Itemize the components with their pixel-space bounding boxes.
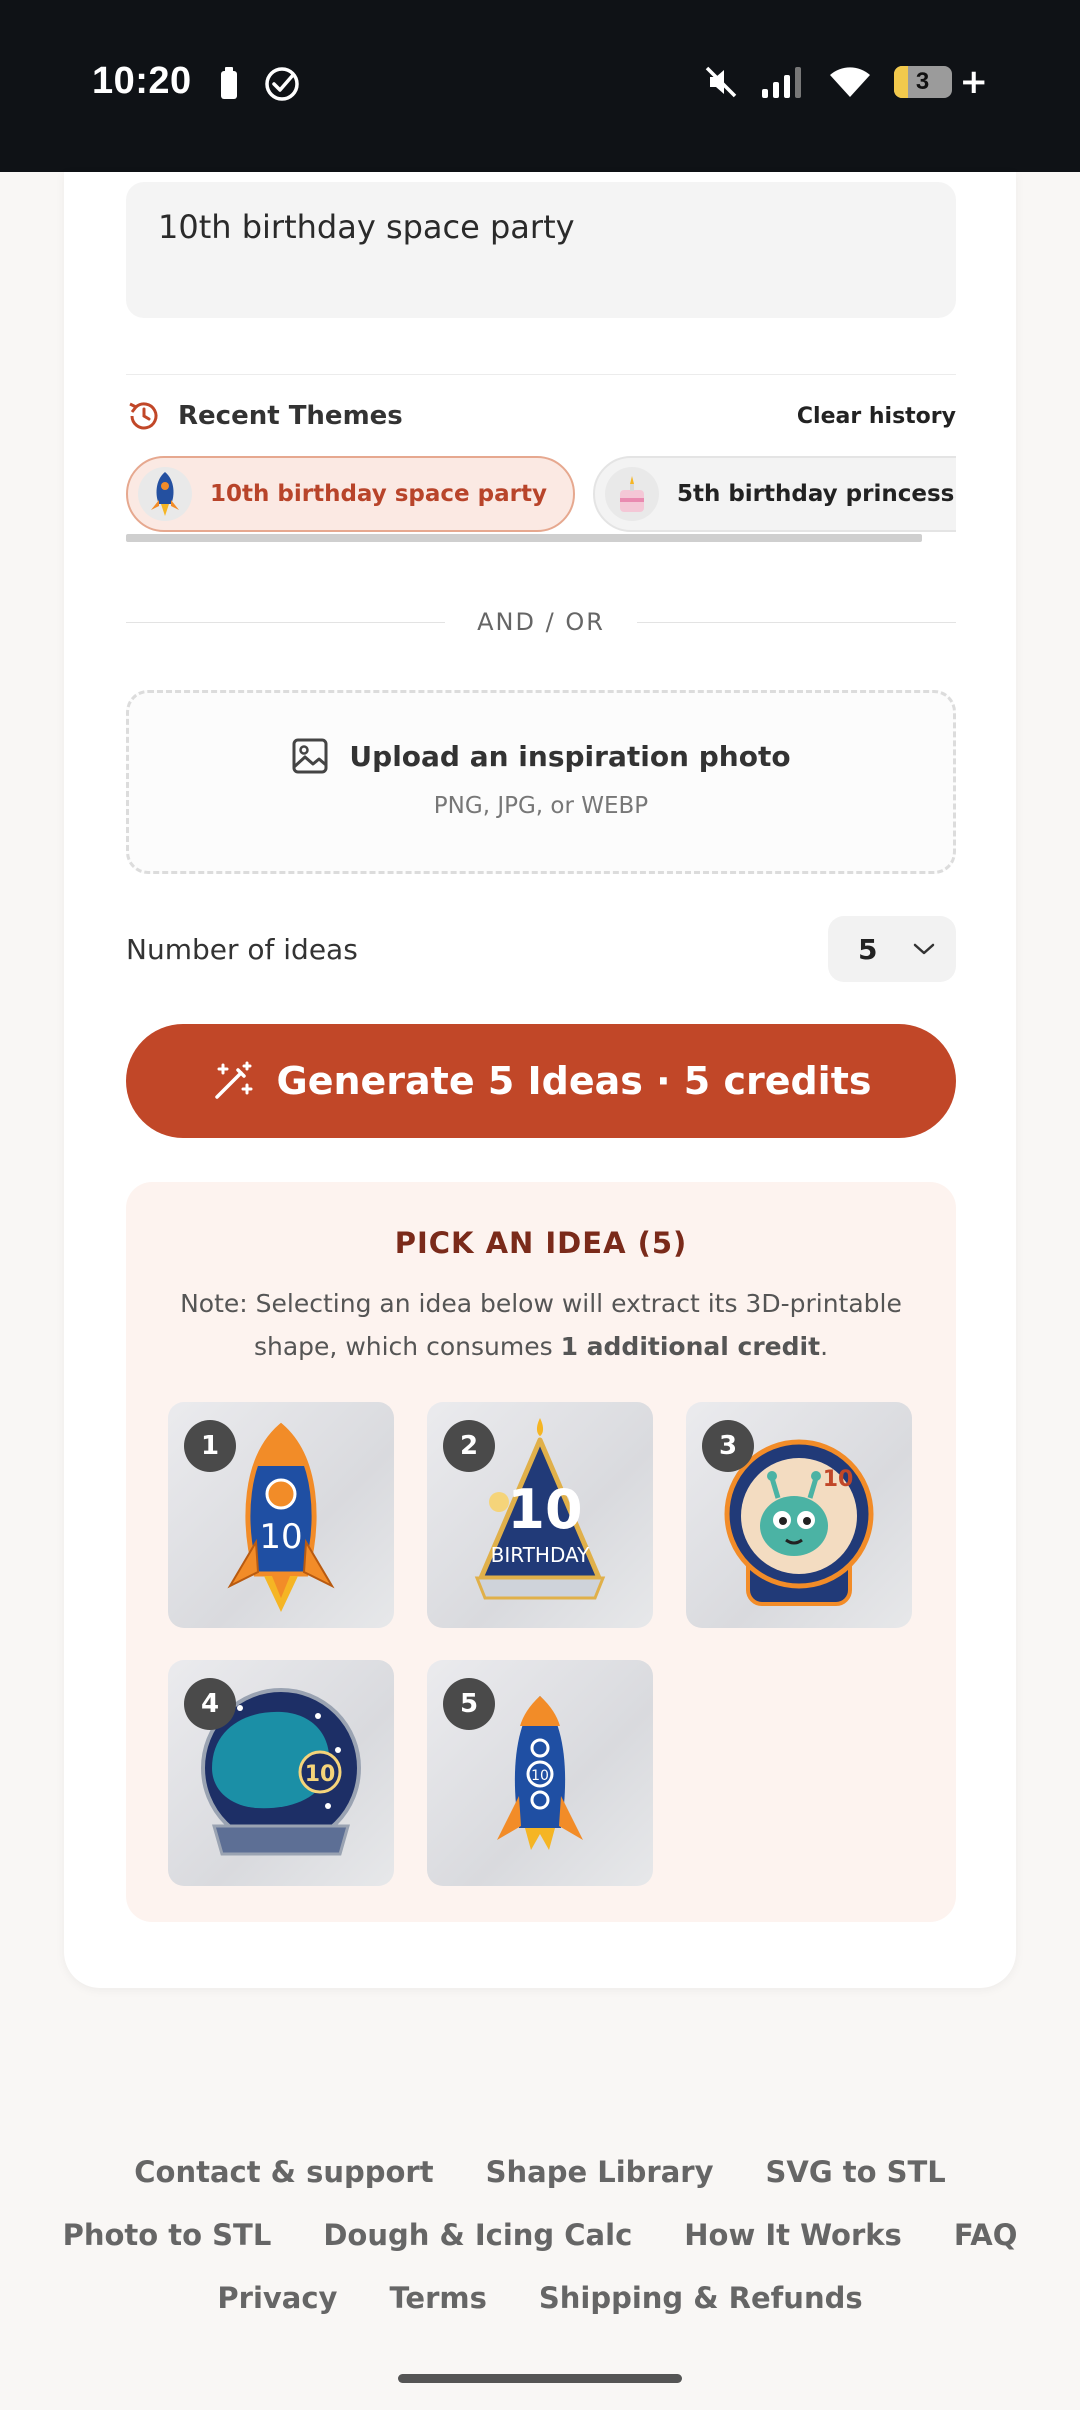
- recent-themes-title: Recent Themes: [178, 401, 403, 431]
- footer-link-contact[interactable]: Contact & support: [134, 2155, 433, 2189]
- divider: [126, 374, 956, 375]
- status-bar: 10:20 3 +: [0, 0, 1080, 172]
- footer-link-svg-to-stl[interactable]: SVG to STL: [765, 2155, 945, 2189]
- signal-icon: [761, 67, 801, 98]
- footer-link-shape-library[interactable]: Shape Library: [486, 2155, 714, 2189]
- idea-card-2[interactable]: 2 10 BIRTHDAY: [427, 1402, 653, 1628]
- recent-themes-list: 10th birthday space party 5th birthday p…: [126, 456, 956, 546]
- idea-number: 4: [184, 1678, 236, 1730]
- upload-title: Upload an inspiration photo: [349, 739, 791, 773]
- pick-idea-panel: PICK AN IDEA (5) Note: Selecting an idea…: [126, 1182, 956, 1922]
- image-icon: [292, 738, 328, 774]
- svg-text:10: 10: [507, 1478, 582, 1541]
- history-icon: [129, 402, 158, 430]
- magic-wand-icon: [214, 1061, 252, 1099]
- footer-link-shipping[interactable]: Shipping & Refunds: [539, 2281, 863, 2315]
- generate-ideas-label: Generate 5 Ideas · 5 credits: [276, 1059, 872, 1103]
- number-of-ideas-select[interactable]: 5: [828, 916, 956, 982]
- chevron-down-icon: [913, 943, 935, 955]
- idea-number: 3: [702, 1420, 754, 1472]
- idea-card-4[interactable]: 4 10: [168, 1660, 394, 1886]
- battery-icon: [221, 67, 237, 99]
- generate-ideas-button[interactable]: Generate 5 Ideas · 5 credits: [126, 1024, 956, 1138]
- idea-number: 2: [443, 1420, 495, 1472]
- footer-link-terms[interactable]: Terms: [389, 2281, 486, 2315]
- check-circle-icon: [265, 67, 299, 101]
- theme-chip-princess-party[interactable]: 5th birthday princess party: [592, 456, 956, 532]
- theme-chip-label: 10th birthday space party: [210, 481, 547, 507]
- battery-level: 3: [893, 66, 952, 98]
- idea-card-1[interactable]: 1 10: [168, 1402, 394, 1628]
- footer-link-how-it-works[interactable]: How It Works: [684, 2218, 902, 2252]
- pick-idea-title: PICK AN IDEA (5): [394, 1226, 688, 1260]
- upload-formats: PNG, JPG, or WEBP: [433, 793, 649, 819]
- and-or-text: AND / OR: [477, 608, 605, 636]
- cake-thumb: [604, 467, 659, 521]
- footer-link-privacy[interactable]: Privacy: [217, 2281, 337, 2315]
- footer-link-faq[interactable]: FAQ: [954, 2218, 1018, 2252]
- pick-idea-note: Note: Selecting an idea below will extra…: [180, 1289, 902, 1361]
- main-card: 10th birthday space party Recent Themes …: [64, 172, 1016, 1988]
- theme-chip-label: 5th birthday princess party: [676, 481, 956, 507]
- home-indicator[interactable]: [398, 2374, 682, 2383]
- footer-link-dough-calc[interactable]: Dough & Icing Calc: [323, 2218, 632, 2252]
- upload-photo-dropzone[interactable]: Upload an inspiration photo PNG, JPG, or…: [126, 690, 956, 874]
- idea-card-5[interactable]: 5 10: [427, 1660, 653, 1886]
- chips-scrollbar[interactable]: [126, 534, 922, 542]
- rocket-thumb: [138, 467, 192, 521]
- theme-input[interactable]: 10th birthday space party: [126, 182, 956, 318]
- wifi-icon: [829, 67, 870, 97]
- charging-icon: +: [959, 62, 989, 102]
- svg-text:10: 10: [259, 1517, 302, 1557]
- idea-number: 5: [443, 1678, 495, 1730]
- svg-text:BIRTHDAY: BIRTHDAY: [491, 1543, 590, 1567]
- svg-text:10: 10: [305, 1762, 336, 1787]
- idea-number: 1: [184, 1420, 236, 1472]
- recent-themes-header: Recent Themes Clear history: [126, 394, 956, 438]
- footer: Contact & support Shape Library SVG to S…: [0, 2140, 1080, 2329]
- mute-icon: [705, 66, 736, 98]
- status-time: 10:20: [92, 60, 192, 102]
- footer-link-photo-to-stl[interactable]: Photo to STL: [63, 2218, 272, 2252]
- svg-text:10: 10: [531, 1768, 549, 1784]
- svg-text:10: 10: [823, 1467, 854, 1492]
- idea-card-3[interactable]: 3 10: [686, 1402, 912, 1628]
- clear-history-button[interactable]: Clear history: [797, 404, 956, 429]
- number-of-ideas-label: Number of ideas: [126, 932, 358, 966]
- theme-chip-space-party[interactable]: 10th birthday space party: [126, 456, 575, 532]
- number-of-ideas-value: 5: [858, 932, 878, 966]
- number-of-ideas-row: Number of ideas 5: [126, 916, 956, 982]
- and-or-separator: AND / OR: [126, 602, 957, 642]
